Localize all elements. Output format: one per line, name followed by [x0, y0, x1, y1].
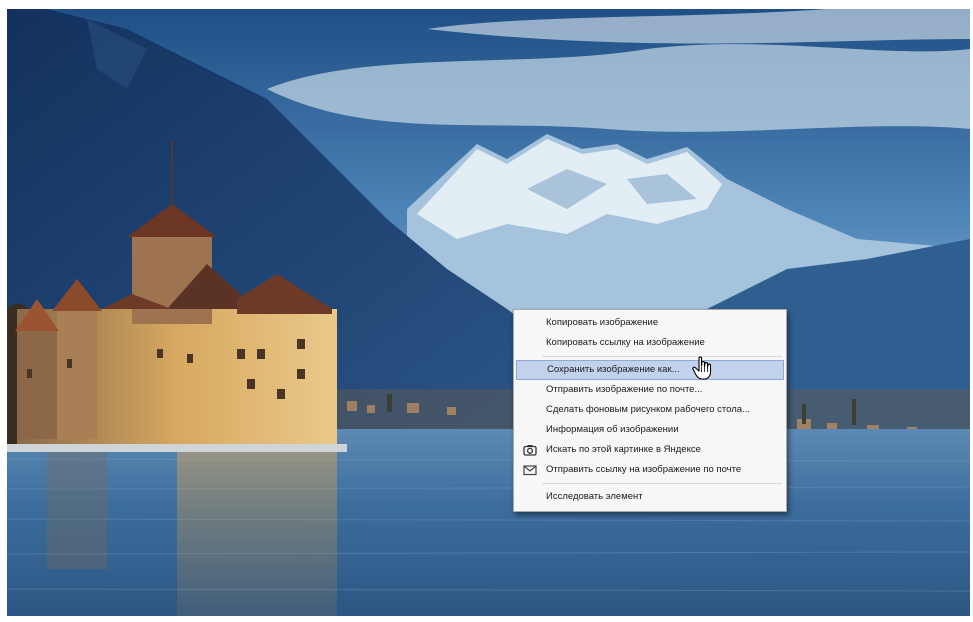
menu-item-image-info[interactable]: Информация об изображении [516, 420, 784, 440]
menu-item-label: Копировать ссылку на изображение [546, 337, 705, 348]
wallpaper-photo[interactable] [7, 9, 970, 616]
menu-item-email-image[interactable]: Отправить изображение по почте... [516, 380, 784, 400]
menu-item-label: Сделать фоновым рисунком рабочего стола.… [546, 404, 750, 415]
menu-item-label: Информация об изображении [546, 424, 679, 435]
menu-item-label: Сохранить изображение как... [547, 364, 680, 375]
menu-item-copy-image[interactable]: Копировать изображение [516, 313, 784, 333]
menu-item-label: Копировать изображение [546, 317, 659, 328]
menu-item-label: Отправить изображение по почте... [546, 384, 703, 395]
menu-item-copy-image-link[interactable]: Копировать ссылку на изображение [516, 333, 784, 353]
menu-item-inspect-element[interactable]: Исследовать элемент [516, 487, 784, 507]
menu-item-label: Отправить ссылку на изображение по почте [546, 464, 742, 475]
menu-item-set-as-wallpaper[interactable]: Сделать фоновым рисунком рабочего стола.… [516, 400, 784, 420]
menu-separator [542, 483, 782, 484]
envelope-icon [523, 464, 537, 476]
menu-item-label: Искать по этой картинке в Яндексе [546, 444, 701, 455]
context-menu: Копировать изображение Копировать ссылку… [513, 309, 787, 512]
camera-icon [523, 444, 537, 456]
menu-item-save-image-as[interactable]: Сохранить изображение как... [516, 360, 784, 380]
menu-item-label: Исследовать элемент [546, 491, 643, 502]
hand-pointer-icon [692, 356, 714, 380]
menu-separator [542, 356, 782, 357]
menu-item-email-image-link[interactable]: Отправить ссылку на изображение по почте [516, 460, 784, 480]
menu-item-search-yandex[interactable]: Искать по этой картинке в Яндексе [516, 440, 784, 460]
